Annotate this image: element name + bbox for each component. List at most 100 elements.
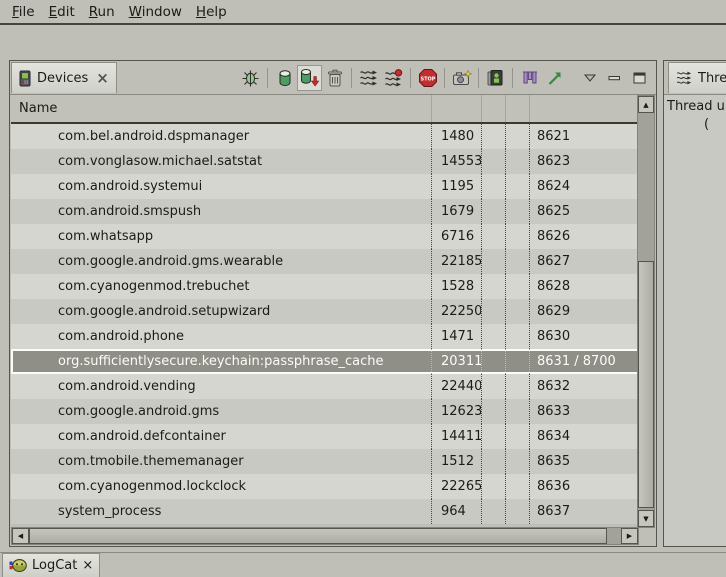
debug-attach-button[interactable] <box>238 65 263 91</box>
process-port: 8621 <box>529 124 639 149</box>
table-row[interactable]: com.cyanogenmod.lockclock 22265 8636 <box>11 474 639 499</box>
table-row[interactable]: com.tmobile.thememanager 1512 8635 <box>11 449 639 474</box>
table-row[interactable]: system_process 964 8637 <box>11 499 639 524</box>
device-phone-icon <box>19 70 31 87</box>
update-threads-button[interactable] <box>356 65 381 91</box>
process-port: 8633 <box>529 399 639 424</box>
tab-logcat-label: LogCat <box>32 558 77 573</box>
table-row[interactable]: com.whatsapp 6716 8626 <box>11 224 639 249</box>
process-name: com.android.defcontainer <box>11 424 431 449</box>
process-blank1 <box>481 399 505 424</box>
horizontal-scrollbar[interactable]: ◀ ▶ <box>11 527 639 545</box>
table-row[interactable]: com.android.phone 1471 8630 <box>11 324 639 349</box>
view-menu-button[interactable] <box>577 65 602 91</box>
table-row[interactable]: com.cyanogenmod.trebuchet 1528 8628 <box>11 274 639 299</box>
menu-item[interactable]: Help <box>194 2 239 22</box>
table-row[interactable]: com.google.android.gms.wearable 22185 86… <box>11 249 639 274</box>
view-hierarchy-button[interactable] <box>517 65 542 91</box>
tab-logcat[interactable]: LogCat × <box>2 553 100 577</box>
table-row[interactable]: com.google.android.gms 12623 8633 <box>11 399 639 424</box>
stop-process-button[interactable]: STOP <box>415 65 440 91</box>
process-blank1 <box>481 249 505 274</box>
tab-devices[interactable]: Devices × <box>11 62 117 93</box>
tab-threads[interactable]: Threads <box>668 62 726 93</box>
process-blank1 <box>481 424 505 449</box>
process-blank1 <box>481 324 505 349</box>
column-header-pid[interactable] <box>431 95 481 122</box>
vertical-scrollbar-thumb[interactable] <box>638 261 654 508</box>
green-arrow-button[interactable] <box>542 65 567 91</box>
toolbar-separator <box>478 68 479 88</box>
process-blank1 <box>481 374 505 399</box>
logcat-tabbar: LogCat × <box>0 552 726 577</box>
green-arrow-icon <box>546 69 564 87</box>
process-port: 8637 <box>529 499 639 524</box>
close-icon[interactable]: × <box>96 71 109 86</box>
horizontal-scrollbar-thumb[interactable] <box>29 528 607 544</box>
process-pid: 22250 <box>431 299 481 324</box>
update-heap-button[interactable] <box>272 65 297 91</box>
process-pid: 1679 <box>431 199 481 224</box>
update-heap-icon <box>276 69 294 88</box>
scroll-left-button[interactable]: ◀ <box>12 528 29 544</box>
toolbar-separator <box>444 68 445 88</box>
cause-gc-button[interactable] <box>322 65 347 91</box>
menu-item[interactable]: Edit <box>47 2 87 22</box>
menu-item[interactable]: File <box>10 2 47 22</box>
device-table-body: com.bel.android.dspmanager 1480 8621 com… <box>11 124 639 524</box>
menu-bar: File Edit Run Window Help <box>0 0 726 25</box>
process-blank2 <box>505 299 529 324</box>
process-port: 8626 <box>529 224 639 249</box>
vertical-scrollbar[interactable]: ▲ ▼ <box>637 95 655 528</box>
process-pid: 12623 <box>431 399 481 424</box>
start-method-profiling-button[interactable] <box>381 65 406 91</box>
menu-item[interactable]: Run <box>87 2 127 22</box>
process-name: com.bel.android.dspmanager <box>11 124 431 149</box>
process-pid: 1195 <box>431 174 481 199</box>
process-name: com.android.smspush <box>11 199 431 224</box>
threads-message-line2: ( <box>704 117 709 132</box>
table-row[interactable]: org.sufficientlysecure.keychain:passphra… <box>11 349 639 374</box>
scroll-up-button[interactable]: ▲ <box>638 96 654 113</box>
table-row[interactable]: com.bel.android.dspmanager 1480 8621 <box>11 124 639 149</box>
screen-record-button[interactable] <box>483 65 508 91</box>
column-header-blank2[interactable] <box>505 95 529 122</box>
threads-icon <box>676 70 692 86</box>
process-name: com.android.vending <box>11 374 431 399</box>
screen-capture-button[interactable] <box>449 65 474 91</box>
process-pid: 22265 <box>431 474 481 499</box>
threads-tabbar: Threads <box>664 61 726 95</box>
hierarchy-bars-icon <box>521 69 539 87</box>
process-blank1 <box>481 299 505 324</box>
devices-view: Devices × <box>9 60 657 547</box>
trash-icon <box>327 69 343 88</box>
table-row[interactable]: com.android.defcontainer 14411 8634 <box>11 424 639 449</box>
table-row[interactable]: com.android.smspush 1679 8625 <box>11 199 639 224</box>
minimize-button[interactable] <box>602 65 627 91</box>
scroll-down-button[interactable]: ▼ <box>638 510 654 527</box>
process-blank2 <box>505 424 529 449</box>
process-name: system_process <box>11 499 431 524</box>
dump-hprof-button[interactable] <box>297 65 322 91</box>
process-port: 8627 <box>529 249 639 274</box>
devices-toolbar: STOP <box>238 64 652 92</box>
process-blank1 <box>481 449 505 474</box>
devices-tabbar: Devices × <box>10 61 656 95</box>
table-row[interactable]: com.android.vending 22440 8632 <box>11 374 639 399</box>
maximize-button[interactable] <box>627 65 652 91</box>
process-blank1 <box>481 274 505 299</box>
menu-item[interactable]: Window <box>127 2 194 22</box>
column-header-port[interactable] <box>529 95 639 122</box>
process-blank1 <box>481 474 505 499</box>
process-pid: 14553 <box>431 149 481 174</box>
process-blank2 <box>505 349 529 374</box>
process-blank1 <box>481 199 505 224</box>
column-header-name[interactable]: Name <box>11 95 431 122</box>
scroll-right-button[interactable]: ▶ <box>621 528 638 544</box>
table-row[interactable]: com.vonglasow.michael.satstat 14553 8623 <box>11 149 639 174</box>
process-pid: 14411 <box>431 424 481 449</box>
table-row[interactable]: com.google.android.setupwizard 22250 862… <box>11 299 639 324</box>
close-icon[interactable]: × <box>82 558 93 573</box>
table-row[interactable]: com.android.systemui 1195 8624 <box>11 174 639 199</box>
column-header-blank1[interactable] <box>481 95 505 122</box>
